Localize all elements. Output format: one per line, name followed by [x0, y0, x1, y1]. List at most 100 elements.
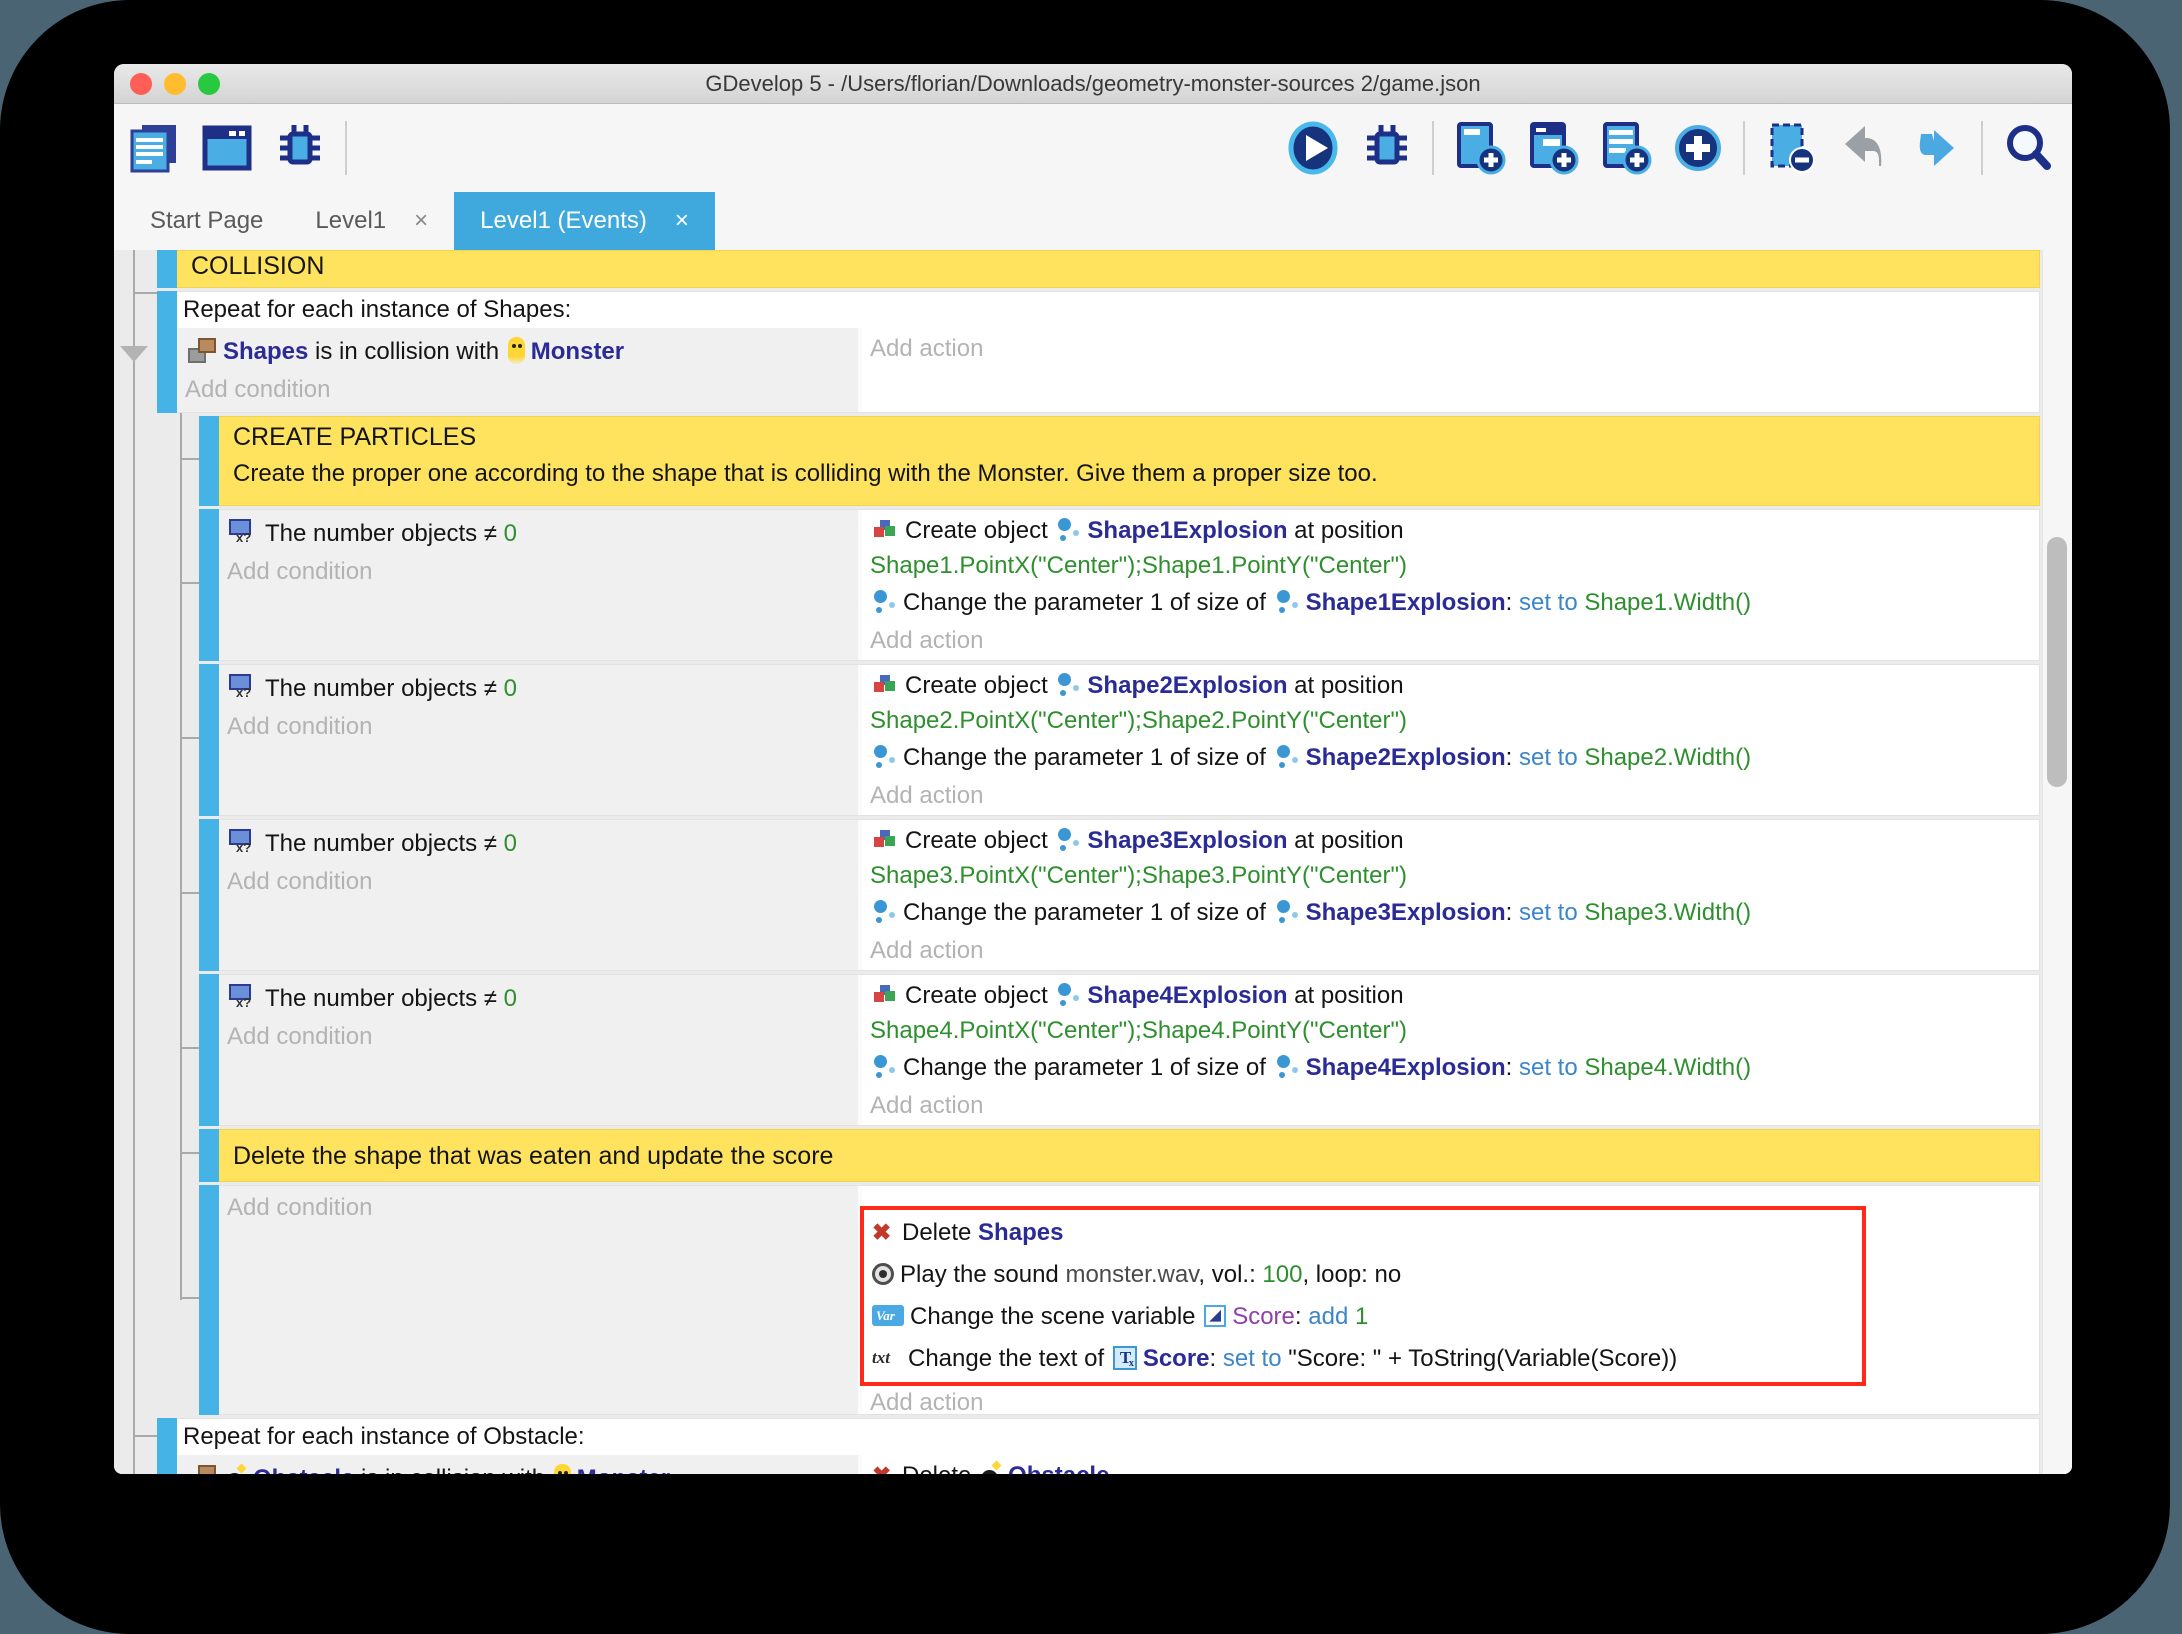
action-line[interactable]: Shape4.PointX("Center");Shape4.PointY("C…	[870, 1014, 2039, 1048]
add-condition-button[interactable]: Add condition	[227, 1190, 858, 1226]
undo-button[interactable]	[1835, 120, 1891, 176]
add-condition-button[interactable]: Add condition	[227, 1019, 858, 1055]
add-event-button[interactable]	[1451, 120, 1507, 176]
text-segment: "Score: " + ToString(Variable(Score))	[1282, 1345, 1678, 1372]
debug-button[interactable]	[1359, 120, 1415, 176]
condition-line[interactable]: The number objects ≠ 0	[227, 824, 858, 864]
text-segment	[1348, 1303, 1355, 1330]
minimize-window-button[interactable]	[164, 73, 186, 95]
text-segment: The number objects	[265, 830, 484, 857]
delete-selection-button[interactable]	[1762, 120, 1818, 176]
preview-window-button[interactable]	[199, 120, 255, 176]
add-action-button[interactable]: Add action	[870, 1386, 2039, 1420]
particles-icon	[1056, 517, 1081, 543]
action-line[interactable]: Create object Shape2Explosion at positio…	[870, 668, 2039, 704]
condition-line[interactable]: Shapes is in collision with Monster	[185, 332, 858, 372]
project-manager-button[interactable]	[126, 120, 182, 176]
comment-subtitle: Create the proper one according to the s…	[219, 452, 2039, 488]
scrollbar-track[interactable]	[2042, 250, 2072, 1474]
text-segment: :	[1210, 1345, 1223, 1372]
text-segment: Shape4.PointX("Center");Shape4.PointY("C…	[870, 1017, 1407, 1044]
text-segment: Change the text of	[908, 1345, 1111, 1372]
event-selection-bar[interactable]	[199, 819, 219, 971]
undo-icon	[1835, 120, 1891, 176]
window-title: GDevelop 5 - /Users/florian/Downloads/ge…	[114, 64, 2072, 104]
text-segment: Shape3.Width()	[1584, 899, 1751, 926]
zoom-window-button[interactable]	[198, 73, 220, 95]
action-line[interactable]: Create object Shape4Explosion at positio…	[870, 978, 2039, 1014]
text-segment: 0	[504, 520, 517, 547]
txt-icon	[872, 1347, 902, 1369]
comment-block: Delete the shape that was eaten and upda…	[199, 1129, 2040, 1182]
redo-icon	[1908, 120, 1964, 176]
action-line[interactable]: Change the parameter 1 of size of Shape3…	[870, 893, 2039, 933]
actions-cell: Create object Shape2Explosion at positio…	[862, 665, 2039, 815]
event-selection-bar[interactable]	[157, 291, 177, 413]
play-button[interactable]	[1286, 120, 1342, 176]
action-line[interactable]: Change the parameter 1 of size of Shape4…	[870, 1048, 2039, 1088]
text-segment: Change the parameter 1 of size of	[903, 899, 1273, 926]
action-line[interactable]: Delete Obstacle	[870, 1458, 2039, 1474]
create-icon	[872, 518, 899, 542]
condition-line[interactable]: The number objects ≠ 0	[227, 514, 858, 554]
add-action-button[interactable]: Add action	[870, 778, 2039, 814]
add-subevent-button[interactable]	[1524, 120, 1580, 176]
add-condition-button[interactable]: Add condition	[227, 554, 858, 590]
event-selection-bar[interactable]	[157, 1418, 177, 1474]
close-tab-icon[interactable]: ×	[414, 207, 428, 235]
action-line[interactable]: Shape1.PointX("Center");Shape1.PointY("C…	[870, 549, 2039, 583]
search-button[interactable]	[2000, 120, 2056, 176]
text-segment: Shape1.PointX("Center");Shape1.PointY("C…	[870, 552, 1407, 579]
close-tab-icon[interactable]: ×	[675, 207, 689, 235]
event-selection-bar[interactable]	[199, 1185, 219, 1415]
action-line[interactable]: Change the parameter 1 of size of Shape2…	[870, 738, 2039, 778]
event-selection-bar[interactable]	[157, 250, 177, 288]
action-line[interactable]: Change the scene variable Score: add 1	[870, 1296, 1856, 1338]
conditions-cell: Shapes is in collision with MonsterAdd c…	[177, 328, 862, 412]
debugger-button[interactable]	[272, 120, 328, 176]
conditions-cell: The number objects ≠ 0Add condition	[219, 665, 862, 815]
action-line[interactable]: Change the parameter 1 of size of Shape1…	[870, 583, 2039, 623]
text-segment: :	[1506, 744, 1519, 771]
text-segment: ≠	[484, 830, 504, 857]
add-more-button[interactable]	[1670, 120, 1726, 176]
repeat-event-header[interactable]: Repeat for each instance of Shapes:	[177, 292, 2039, 328]
add-condition-button[interactable]: Add condition	[185, 372, 858, 408]
add-comment-icon	[1597, 120, 1653, 176]
event-selection-bar[interactable]	[199, 416, 219, 506]
event-selection-bar[interactable]	[199, 974, 219, 1126]
tab-level1[interactable]: Level1×	[289, 192, 454, 250]
close-window-button[interactable]	[130, 73, 152, 95]
text-segment: set to	[1519, 1054, 1578, 1081]
condition-line[interactable]: Obstacle is in collision with Monster	[185, 1459, 858, 1474]
action-line[interactable]: Play the sound monster.wav, vol.: 100, l…	[870, 1254, 1856, 1296]
action-line[interactable]: Delete Shapes	[870, 1212, 1856, 1254]
tab-start-page[interactable]: Start Page	[124, 192, 289, 250]
scrollbar-thumb[interactable]	[2047, 537, 2067, 787]
event-selection-bar[interactable]	[199, 1129, 219, 1182]
action-line[interactable]: Create object Shape3Explosion at positio…	[870, 823, 2039, 859]
repeat-event-header[interactable]: Repeat for each instance of Obstacle:	[177, 1419, 2039, 1455]
add-action-button[interactable]: Add action	[870, 623, 2039, 659]
add-condition-button[interactable]: Add condition	[227, 709, 858, 745]
add-condition-button[interactable]: Add condition	[227, 864, 858, 900]
event-selection-bar[interactable]	[199, 509, 219, 661]
action-line[interactable]: Shape2.PointX("Center");Shape2.PointY("C…	[870, 704, 2039, 738]
actions-cell: Create object Shape3Explosion at positio…	[862, 820, 2039, 970]
tab-level1-events[interactable]: Level1 (Events)×	[454, 192, 715, 250]
play-icon	[1286, 120, 1342, 176]
add-action-button[interactable]: Add action	[870, 1088, 2039, 1124]
event-selection-bar[interactable]	[199, 664, 219, 816]
add-action-button[interactable]: Add action	[870, 331, 2039, 367]
redo-button[interactable]	[1908, 120, 1964, 176]
action-line[interactable]: Change the text of Score: set to "Score:…	[870, 1338, 1856, 1380]
add-action-button[interactable]: Add action	[870, 933, 2039, 969]
condition-line[interactable]: The number objects ≠ 0	[227, 669, 858, 709]
condition-line[interactable]: The number objects ≠ 0	[227, 979, 858, 1019]
conditions-cell: The number objects ≠ 0Add condition	[219, 820, 862, 970]
add-comment-button[interactable]	[1597, 120, 1653, 176]
text-segment: Shape3Explosion	[1087, 827, 1287, 854]
actions-cell: Create object Shape4Explosion at positio…	[862, 975, 2039, 1125]
action-line[interactable]: Create object Shape1Explosion at positio…	[870, 513, 2039, 549]
action-line[interactable]: Shape3.PointX("Center");Shape3.PointY("C…	[870, 859, 2039, 893]
